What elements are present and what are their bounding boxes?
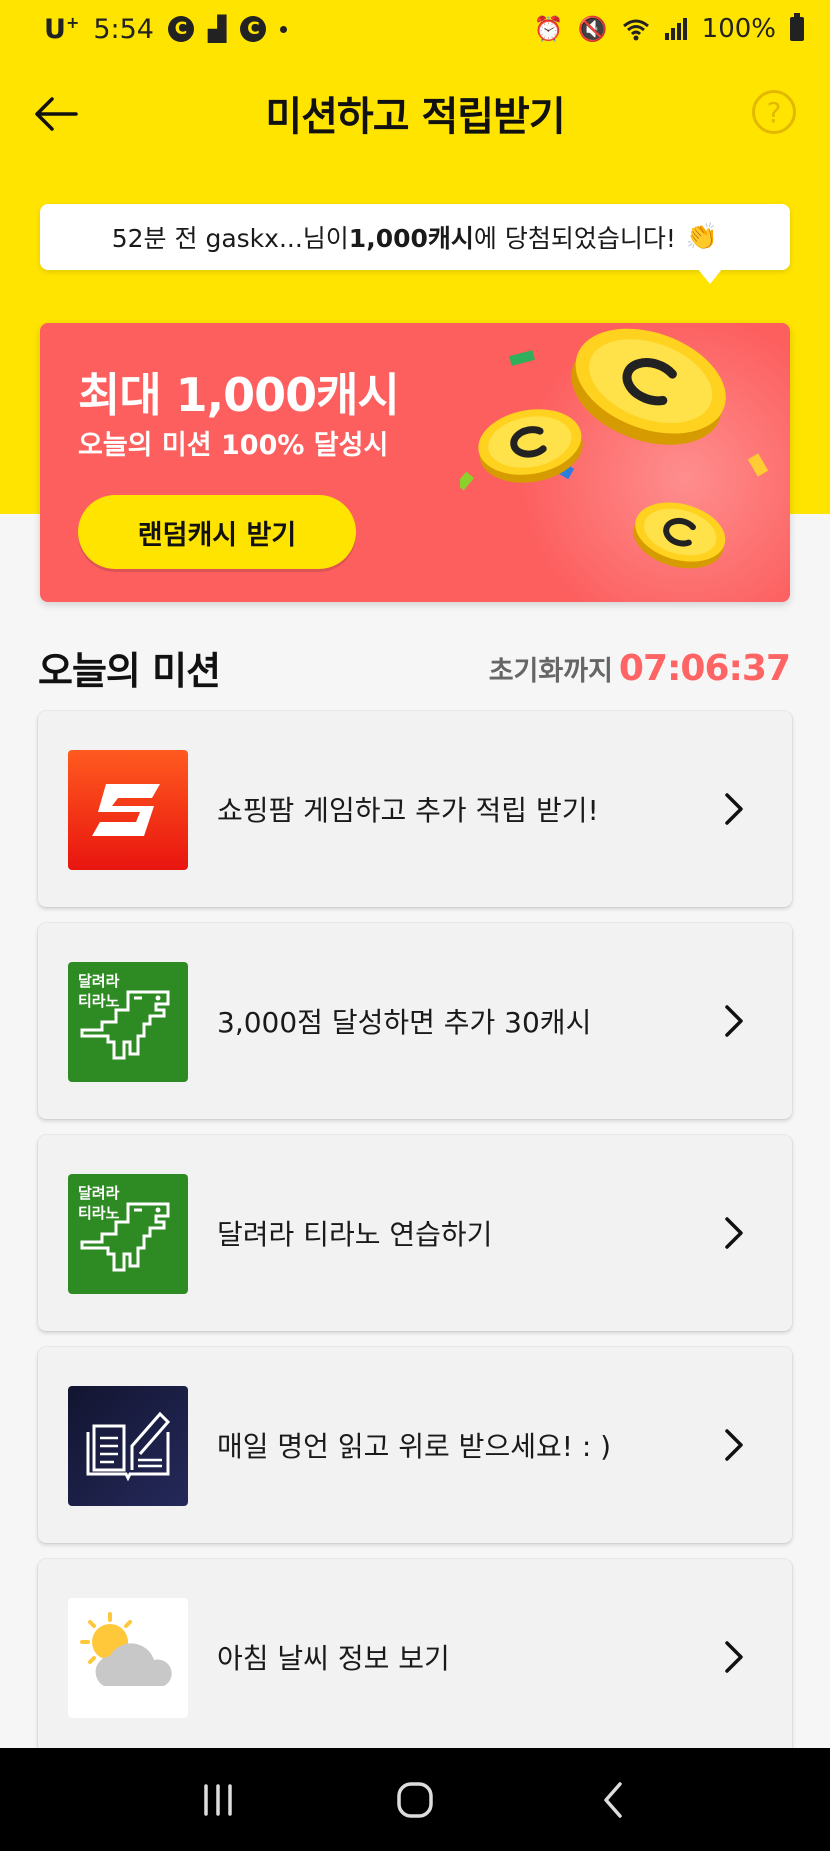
mission-label: 쇼핑팜 게임하고 추가 적립 받기! [217, 794, 599, 827]
clock: 5:54 [93, 13, 154, 45]
mute-icon: 🔇 [577, 15, 608, 43]
svg-text:티라노: 티라노 [78, 1204, 120, 1222]
recent-apps-button[interactable] [188, 1770, 248, 1830]
missions-title: 오늘의 미션 [38, 649, 221, 693]
tyranno-icon: 달려라 티라노 [68, 962, 188, 1082]
weather-sun-cloud-icon [68, 1598, 188, 1718]
chevron-right-icon [714, 1001, 754, 1041]
system-navigation-bar [0, 1748, 830, 1851]
shoppingfarm-s-icon [68, 750, 188, 870]
cashslide-notification-icon: C [167, 16, 194, 42]
coins-illustration [460, 328, 769, 569]
promo-subtitle: 오늘의 미션 100% 달성시 [78, 430, 389, 461]
mission-list: 쇼핑팜 게임하고 추가 적립 받기! 달려라 티라노 3,000점 달성하면 추… [38, 711, 792, 1771]
clap-icon: 👏 [685, 222, 719, 252]
mission-item-shoppingfarm[interactable]: 쇼핑팜 게임하고 추가 적립 받기! [38, 711, 792, 907]
reset-timer-label: 초기화까지 [488, 656, 613, 687]
app-header: 미션하고 적립받기 ? [0, 70, 830, 156]
help-icon: ? [766, 95, 782, 129]
reset-timer: 초기화까지 07:06:37 [488, 648, 791, 689]
mission-label: 달려라 티라노 연습하기 [217, 1218, 493, 1251]
back-chevron-icon [603, 1781, 622, 1818]
svg-text:티라노: 티라노 [78, 992, 120, 1010]
page-title: 미션하고 적립받기 [265, 94, 565, 140]
chevron-right-icon [714, 789, 754, 829]
home-icon [397, 1781, 433, 1818]
ticker-highlight: 1,000캐시 [348, 224, 474, 253]
battery-percent: 100% [701, 14, 776, 44]
chevron-right-icon [714, 1213, 754, 1253]
mission-item-weather[interactable]: 아침 날씨 정보 보기 [38, 1559, 792, 1755]
mission-label: 매일 명언 읽고 위로 받으세요! : ) [217, 1430, 612, 1463]
home-button[interactable] [385, 1770, 445, 1830]
signal-icon [664, 18, 687, 40]
wifi-icon [622, 19, 649, 41]
carrier-label: U+ [44, 13, 80, 45]
help-button[interactable]: ? [752, 90, 796, 134]
chevron-right-icon [714, 1637, 754, 1677]
promo-title: 최대 1,000캐시 [78, 368, 400, 422]
mission-label: 아침 날씨 정보 보기 [217, 1642, 450, 1675]
status-bar: U+ 5:54 C ▟ C ⏰ 🔇 100% [0, 0, 830, 58]
recent-apps-icon [204, 1783, 233, 1816]
tyranno-icon: 달려라 티라노 [68, 1174, 188, 1294]
back-nav-button[interactable] [582, 1770, 642, 1830]
cashslide-notification-icon-2: C [240, 16, 267, 42]
battery-icon [790, 13, 804, 41]
mission-item-tyranno-score[interactable]: 달려라 티라노 3,000점 달성하면 추가 30캐시 [38, 923, 792, 1119]
chevron-right-icon [714, 1425, 754, 1465]
alarm-icon: ⏰ [533, 15, 564, 43]
book-pen-icon [68, 1386, 188, 1506]
winner-ticker: 52분 전 gaskx...님이 1,000캐시 에 당첨되었습니다! 👏 [40, 204, 790, 270]
svg-text:달려라: 달려라 [78, 1184, 120, 1202]
more-notifications-dot-icon [280, 25, 288, 33]
ticker-tail [697, 268, 723, 284]
svg-text:달려라: 달려라 [78, 972, 120, 990]
mission-item-quote[interactable]: 매일 명언 읽고 위로 받으세요! : ) [38, 1347, 792, 1543]
mission-label: 3,000점 달성하면 추가 30캐시 [217, 1006, 592, 1039]
promo-banner: 최대 1,000캐시 오늘의 미션 100% 달성시 랜덤캐시 받기 [40, 323, 790, 602]
random-cash-button[interactable]: 랜덤캐시 받기 [78, 495, 356, 569]
mission-item-tyranno-practice[interactable]: 달려라 티라노 달려라 티라노 연습하기 [38, 1135, 792, 1331]
stairs-notification-icon: ▟ [207, 15, 227, 43]
reset-timer-value: 07:06:37 [618, 648, 791, 689]
ticker-prefix: 52분 전 gaskx...님이 [111, 224, 349, 253]
ticker-suffix: 에 당첨되었습니다! [473, 224, 676, 253]
